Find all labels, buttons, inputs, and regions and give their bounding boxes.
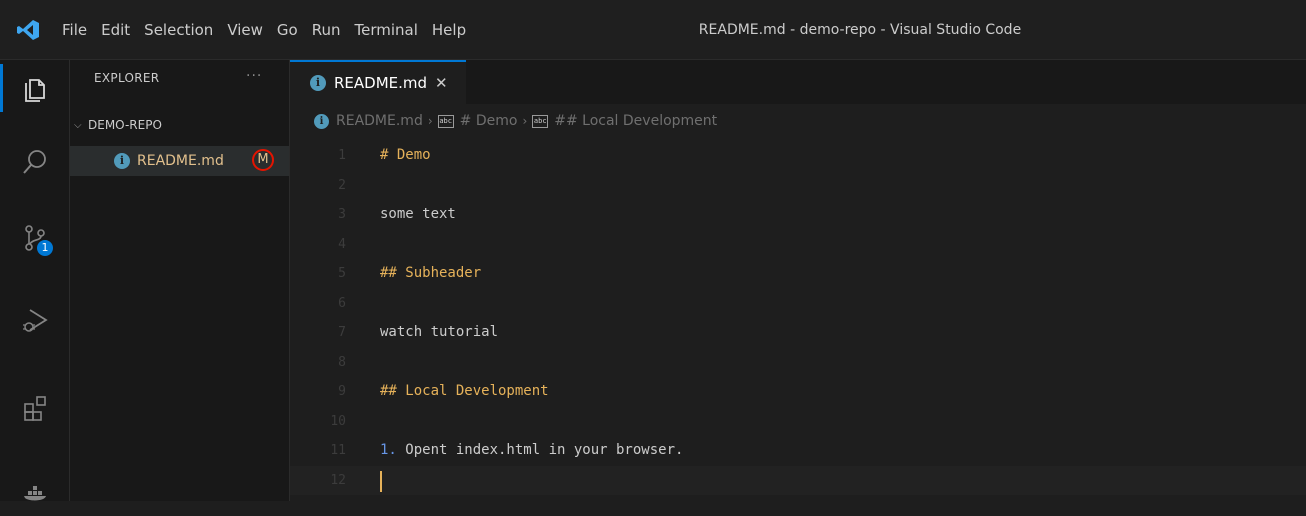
code-line[interactable]: 1 # Demo (290, 141, 1306, 171)
code-line[interactable]: 8 (290, 348, 1306, 378)
extensions-icon (24, 396, 46, 421)
activity-docker[interactable] (0, 460, 70, 516)
breadcrumb-demo[interactable]: # Demo (460, 113, 518, 129)
line-number: 10 (330, 413, 346, 429)
vscode-logo-icon[interactable] (16, 19, 40, 41)
line-text: ## Local Development (380, 383, 549, 399)
activity-explorer[interactable] (0, 60, 70, 116)
code-line[interactable]: 7 watch tutorial (290, 318, 1306, 348)
chevron-right-icon: › (522, 114, 528, 128)
chevron-right-icon: › (427, 114, 433, 128)
menu-help[interactable]: Help (432, 21, 466, 39)
more-actions-icon[interactable]: ··· (246, 68, 262, 84)
info-icon: i (114, 153, 130, 169)
run-debug-icon (23, 309, 48, 332)
code-line[interactable]: 4 (290, 230, 1306, 260)
git-modified-badge: M (252, 149, 274, 171)
breadcrumb-local-development[interactable]: ## Local Development (554, 113, 717, 129)
line-number: 3 (338, 207, 346, 222)
menu-terminal[interactable]: Terminal (355, 21, 418, 39)
line-text: some text (380, 206, 456, 222)
tab-readme[interactable]: i README.md ✕ (290, 60, 466, 104)
source-control-badge: 1 (37, 240, 53, 256)
breadcrumb-file[interactable]: README.md (336, 113, 423, 129)
code-line[interactable]: 11 1. Opent index.html in your browser. (290, 436, 1306, 466)
activity-run-debug[interactable] (0, 292, 70, 348)
window-title: README.md - demo-repo - Visual Studio Co… (698, 22, 1022, 38)
menu-file[interactable]: File (62, 21, 87, 39)
text-cursor (380, 470, 382, 492)
symbol-string-icon: abc (437, 114, 454, 128)
breadcrumb: i README.md › abc # Demo › abc ## Local … (290, 104, 1306, 138)
line-number: 2 (338, 177, 346, 193)
code-line[interactable]: 6 (290, 289, 1306, 319)
activity-search[interactable] (0, 134, 70, 190)
search-icon (23, 150, 46, 174)
line-text: 1. Opent index.html in your browser. (380, 436, 683, 466)
menu-view[interactable]: View (227, 21, 263, 39)
code-line-current[interactable]: 12 (290, 465, 1306, 495)
symbol-string-icon: abc (532, 114, 549, 128)
list-number: 1. (380, 442, 397, 458)
tab-bar: i README.md ✕ (290, 60, 1306, 104)
activity-bar: 1 (0, 60, 70, 501)
file-readme-label: README.md (137, 153, 224, 169)
folder-label: DEMO-REPO (88, 118, 162, 132)
line-number: 12 (330, 472, 346, 488)
code-editor[interactable]: 1 # Demo 2 3 some text 4 5 ## Subheader … (290, 138, 1306, 501)
explorer-icon (25, 79, 45, 102)
chevron-down-icon: ⌵ (74, 119, 82, 131)
code-line[interactable]: 3 some text (290, 200, 1306, 230)
menu-run[interactable]: Run (312, 21, 341, 39)
code-line[interactable]: 2 (290, 171, 1306, 201)
line-text: # Demo (380, 147, 431, 163)
docker-icon (24, 486, 46, 501)
menu-bar: File Edit Selection View Go Run Terminal… (62, 0, 480, 60)
close-icon[interactable]: ✕ (435, 74, 448, 92)
line-number: 9 (338, 384, 346, 399)
line-number: 5 (338, 266, 346, 281)
menu-selection[interactable]: Selection (144, 21, 213, 39)
line-number: 11 (330, 443, 346, 458)
line-text: ## Subheader (380, 265, 482, 281)
menu-edit[interactable]: Edit (101, 21, 130, 39)
menu-go[interactable]: Go (277, 21, 298, 39)
info-icon: i (314, 113, 329, 129)
activity-source-control[interactable]: 1 (0, 210, 70, 266)
file-readme[interactable]: i README.md M (70, 146, 289, 176)
title-bar: File Edit Selection View Go Run Terminal… (0, 0, 1306, 60)
info-icon: i (310, 75, 326, 91)
list-item-text: Opent index.html in your browser. (396, 442, 684, 458)
line-text: watch tutorial (380, 324, 499, 340)
line-number: 8 (338, 354, 346, 370)
sidebar-title: EXPLORER (94, 71, 160, 85)
tab-readme-label: README.md (334, 74, 428, 92)
line-number: 6 (338, 295, 346, 311)
activity-extensions[interactable] (0, 380, 70, 436)
line-number: 7 (338, 325, 346, 340)
explorer-sidebar: EXPLORER ··· ⌵ DEMO-REPO i README.md M (70, 60, 290, 501)
code-line[interactable]: 10 (290, 407, 1306, 437)
code-line[interactable]: 5 ## Subheader (290, 259, 1306, 289)
line-number: 4 (338, 236, 346, 252)
line-number: 1 (338, 148, 346, 163)
folder-demo-repo[interactable]: ⌵ DEMO-REPO (70, 114, 289, 136)
code-line[interactable]: 9 ## Local Development (290, 377, 1306, 407)
